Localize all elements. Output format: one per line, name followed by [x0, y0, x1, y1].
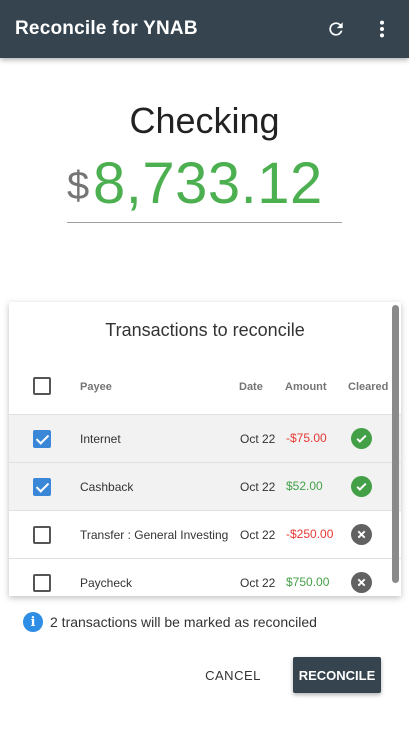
row-amount: $52.00 — [286, 479, 323, 493]
app-bar: Reconcile for YNAB — [0, 0, 409, 58]
header-date: Date — [239, 381, 263, 393]
info-text: 2 transactions will be marked as reconci… — [50, 614, 317, 630]
uncleared-x-icon[interactable] — [351, 524, 372, 545]
row-checkbox[interactable] — [33, 574, 51, 592]
row-checkbox[interactable] — [33, 430, 51, 448]
row-date: Oct 22 — [240, 576, 276, 590]
cleared-check-icon[interactable] — [351, 476, 372, 497]
info-icon: i — [23, 612, 43, 632]
row-date: Oct 22 — [240, 528, 276, 542]
table-row[interactable]: Transfer : General Investing Oct 22 -$25… — [9, 510, 401, 558]
header-amount: Amount — [285, 381, 327, 393]
table-row[interactable]: Internet Oct 22 -$75.00 — [9, 414, 401, 462]
row-payee: Transfer : General Investing — [80, 528, 229, 542]
refresh-icon[interactable] — [324, 17, 348, 41]
currency-symbol: $ — [67, 164, 90, 208]
app-title: Reconcile for YNAB — [15, 18, 198, 39]
cancel-button[interactable]: CANCEL — [196, 657, 270, 693]
more-vert-icon[interactable] — [370, 17, 394, 41]
header-cleared: Cleared — [348, 381, 389, 393]
table-row[interactable]: Paycheck Oct 22 $750.00 — [9, 558, 401, 596]
row-payee: Internet — [80, 432, 121, 446]
balance-amount: 8,733.12 — [93, 151, 323, 216]
row-date: Oct 22 — [240, 432, 276, 446]
row-checkbox[interactable] — [33, 478, 51, 496]
row-payee: Cashback — [80, 480, 134, 494]
scrollbar[interactable] — [392, 305, 399, 583]
cleared-check-icon[interactable] — [351, 428, 372, 449]
row-amount: -$250.00 — [286, 527, 334, 541]
header-payee: Payee — [80, 381, 112, 393]
reconcile-button[interactable]: RECONCILE — [293, 657, 381, 693]
transactions-card: Transactions to reconcile Payee Date Amo… — [9, 302, 401, 596]
balance-field[interactable]: $ 8,733.12 — [67, 150, 342, 223]
row-amount: $750.00 — [286, 575, 330, 589]
select-all-checkbox[interactable] — [33, 377, 51, 395]
row-payee: Paycheck — [80, 576, 133, 590]
account-name: Checking — [129, 100, 280, 141]
transactions-title: Transactions to reconcile — [105, 320, 305, 340]
table-row[interactable]: Cashback Oct 22 $52.00 — [9, 462, 401, 510]
row-checkbox[interactable] — [33, 526, 51, 544]
info-message: i 2 transactions will be marked as recon… — [23, 611, 393, 633]
row-date: Oct 22 — [240, 480, 276, 494]
row-amount: -$75.00 — [286, 431, 327, 445]
uncleared-x-icon[interactable] — [351, 572, 372, 593]
